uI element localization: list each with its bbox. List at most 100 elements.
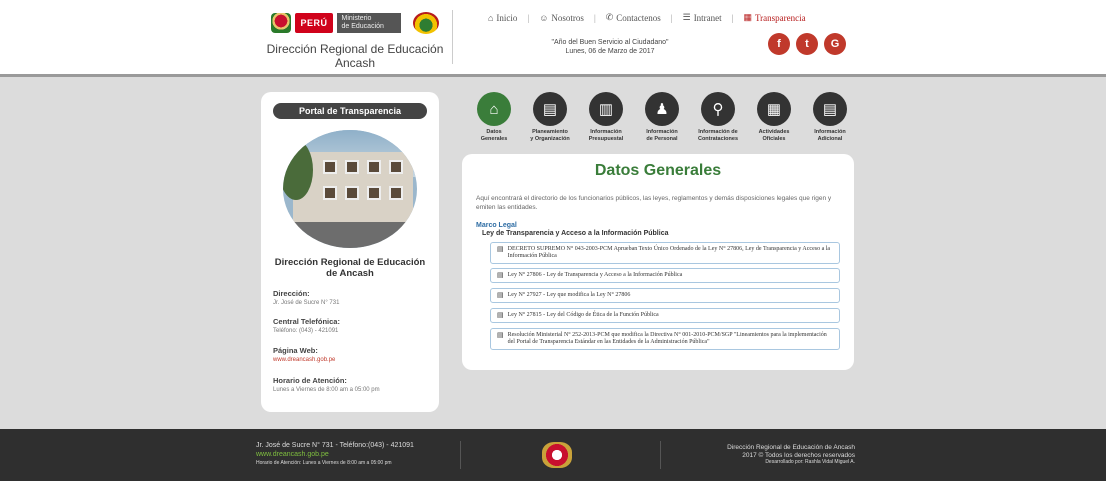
nav-label: Transparencia — [755, 12, 806, 23]
header-divider — [452, 10, 453, 64]
peru-emblem-icon — [542, 442, 572, 468]
document-icon: ▤ — [813, 92, 847, 126]
category-nav: ⌂ Datos Generales ▤ Planeamiento y Organiz… — [466, 92, 858, 142]
category-personal[interactable]: ♟ Información de Personal — [634, 92, 690, 142]
category-presupuestal[interactable]: ▥ Información Presupuestal — [578, 92, 634, 142]
content-card: Datos Generales Aquí encontrará el direc… — [462, 154, 854, 370]
document-title: Ley N° 27815 - Ley del Código de Ética d… — [507, 312, 659, 318]
document-icon: ▤ — [497, 291, 504, 299]
document-link[interactable]: ▤ Ley N° 27815 - Ley del Código de Ética… — [490, 308, 840, 323]
slogan: "Año del Buen Servicio al Ciudadano" Lun… — [530, 38, 690, 56]
document-link[interactable]: ▤ DECRETO SUPREMO N° 043-2003-PCM Aprueb… — [490, 242, 840, 264]
list-icon: ☰ — [682, 12, 691, 22]
building-photo — [283, 130, 417, 248]
footer-contact: Jr. José de Sucre N° 731 - Teléfono:(043… — [256, 442, 414, 468]
calendar-icon: ▦ — [757, 92, 791, 126]
category-planeamiento[interactable]: ▤ Planeamiento y Organización — [522, 92, 578, 142]
bar-chart-icon: ▥ — [589, 92, 623, 126]
nav-label: Nosotros — [551, 12, 584, 23]
ministerio-line1: Ministerio — [341, 15, 372, 22]
info-value: Jr. José de Sucre N° 731 — [273, 300, 340, 306]
category-label: Información de — [698, 129, 738, 135]
person-icon: ♟ — [645, 92, 679, 126]
info-telefono: Central Telefónica: Teléfono: (043) - 42… — [273, 317, 431, 334]
content-title: Datos Generales — [594, 162, 722, 179]
nav-contactenos[interactable]: ✆ Contactenos — [598, 12, 669, 23]
document-icon: ▤ — [497, 245, 504, 253]
nav-intranet[interactable]: ☰ Intranet — [675, 12, 730, 23]
document-link[interactable]: ▤ Resolución Ministerial N° 252-2013-PCM… — [490, 328, 840, 350]
facebook-icon[interactable]: f — [768, 33, 790, 55]
document-title: DECRETO SUPREMO N° 043-2003-PCM Aprueban… — [507, 246, 831, 259]
web-link[interactable]: www.dreancash.gob.pe — [273, 357, 431, 363]
group-icon: ☺ — [539, 12, 549, 23]
category-adicional[interactable]: ▤ Información Adicional — [802, 92, 858, 142]
info-direccion: Dirección: Jr. José de Sucre N° 731 — [273, 289, 431, 306]
peru-label: PERÚ — [295, 13, 333, 33]
twitter-icon[interactable]: t — [796, 33, 818, 55]
region-emblem-icon — [412, 12, 439, 34]
ministerio-label: Ministerio de Educación — [336, 13, 401, 33]
slogan-year: "Año del Buen Servicio al Ciudadano" — [551, 39, 669, 46]
info-value: Teléfono: (043) - 421091 — [273, 328, 339, 334]
logo-row: PERÚ Ministerio de Educación — [250, 10, 460, 36]
footer-credits: Dirección Regional de Educación de Ancas… — [690, 444, 855, 467]
category-label: de Personal — [646, 135, 678, 142]
document-title: Resolución Ministerial N° 252-2013-PCM q… — [507, 332, 827, 345]
footer-address: Jr. José de Sucre N° 731 - Teléfono:(043… — [256, 442, 414, 449]
info-horario: Horario de Atención: Lunes a Viernes de … — [273, 376, 431, 393]
footer-horario: Horario de Atención: Lunes a Viernes de … — [256, 460, 392, 466]
nav-inicio[interactable]: ⌂ Inicio — [480, 13, 525, 23]
document-link[interactable]: ▤ Ley N° 27927 - Ley que modifica la Ley… — [490, 288, 840, 303]
footer-developer: Desarrollado por: Rashla Vidal Miguel A. — [765, 459, 855, 465]
info-value: Lunes a Viernes de 8:00 am a 05:00 pm — [273, 387, 380, 393]
nav-nosotros[interactable]: ☺ Nosotros — [531, 13, 592, 23]
content-intro: Aquí encontrará el directorio de los fun… — [476, 195, 832, 211]
nav-transparencia[interactable]: ▦ Transparencia — [735, 12, 813, 23]
info-label: Dirección: — [273, 289, 310, 298]
info-label: Horario de Atención: — [273, 376, 347, 385]
document-title: Ley N° 27927 - Ley que modifica la Ley N… — [507, 292, 631, 298]
info-label: Página Web: — [273, 346, 318, 355]
document-icon: ▤ — [497, 311, 504, 319]
google-icon[interactable]: G — [824, 33, 846, 55]
document-link[interactable]: ▤ Ley N° 27806 - Ley de Transparencia y … — [490, 268, 840, 283]
category-datos-generales[interactable]: ⌂ Datos Generales — [466, 92, 522, 142]
info-web: Página Web: www.dreancash.gob.pe — [273, 346, 431, 363]
category-label: Adicional — [817, 135, 843, 142]
category-label: Planeamiento — [532, 129, 568, 135]
sidebar-org-name: Dirección Regional de Educación de Ancas… — [274, 257, 426, 279]
document-icon: ▤ — [497, 331, 504, 339]
category-label: Contrataciones — [697, 135, 739, 142]
peru-crest-icon — [271, 13, 292, 33]
category-label: y Organización — [530, 135, 570, 142]
document-icon: ▤ — [497, 271, 504, 279]
marco-legal-heading: Marco Legal — [476, 222, 517, 229]
footer-separator — [660, 441, 661, 469]
home-icon: ⌂ — [477, 92, 511, 126]
category-label: Información — [590, 129, 622, 135]
search-icon: ⚲ — [701, 92, 735, 126]
category-actividades[interactable]: ▦ Actividades Oficiales — [746, 92, 802, 142]
category-label: Presupuestal — [588, 135, 624, 142]
portal-title: Portal de Transparencia — [273, 103, 427, 119]
phone-icon: ✆ — [605, 12, 614, 22]
org-name: Dirección Regional de Educación Ancash — [266, 42, 444, 70]
category-label: Actividades — [758, 129, 790, 135]
footer-web-link[interactable]: www.dreancash.gob.pe — [256, 451, 414, 460]
home-icon: ⌂ — [488, 12, 494, 23]
category-label: Información — [646, 129, 678, 135]
book-icon: ▤ — [533, 92, 567, 126]
social-links: f t G — [768, 33, 846, 55]
category-contrataciones[interactable]: ⚲ Información de Contrataciones — [690, 92, 746, 142]
sidebar-card: Portal de Transparencia Dirección Region… — [261, 92, 439, 412]
footer-org: Dirección Regional de Educación de Ancas… — [727, 444, 855, 451]
category-label: Información — [814, 129, 846, 135]
nav-label: Contactenos — [616, 12, 661, 23]
logo-block[interactable]: PERÚ Ministerio de Educación Dirección R… — [250, 10, 460, 70]
slogan-date: Lunes, 06 de Marzo de 2017 — [565, 48, 655, 55]
category-label: Oficiales — [762, 135, 786, 142]
law-section-title: Ley de Transparencia y Acceso a la Infor… — [482, 230, 669, 237]
document-title: Ley N° 27806 - Ley de Transparencia y Ac… — [507, 272, 683, 278]
top-nav: ⌂ Inicio | ☺ Nosotros | ✆ Contactenos | … — [480, 12, 814, 23]
